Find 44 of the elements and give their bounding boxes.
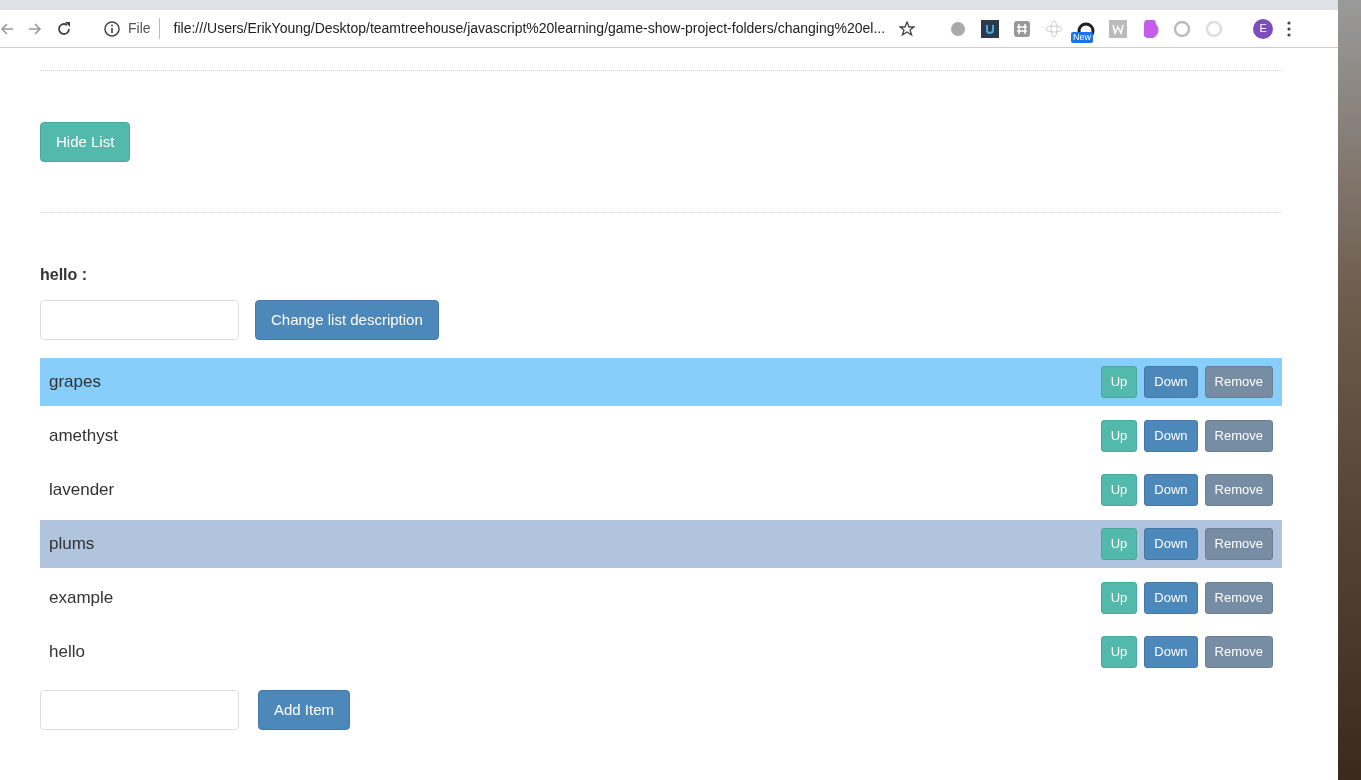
profile-avatar[interactable]: E — [1253, 18, 1274, 39]
grid-icon[interactable] — [1013, 19, 1032, 38]
list-item-text: plums — [49, 533, 95, 556]
menu-icon[interactable] — [1287, 20, 1292, 37]
list-item-text: lavender — [49, 479, 115, 502]
up-button[interactable]: Up — [1100, 420, 1138, 452]
text-input-field[interactable] — [40, 300, 239, 340]
list-item-text: amethyst — [49, 425, 118, 448]
forward-arrow-icon[interactable] — [28, 21, 42, 36]
up-button[interactable]: Up — [1100, 582, 1138, 614]
down-button[interactable]: Down — [1144, 420, 1198, 452]
back-arrow-icon[interactable] — [0, 21, 14, 36]
letter-tile-icon[interactable] — [981, 19, 1000, 38]
down-button[interactable]: Down — [1144, 366, 1198, 398]
remove-button[interactable]: Remove — [1204, 366, 1273, 398]
down-button[interactable]: Down — [1144, 528, 1198, 560]
scheme-label: File — [128, 18, 160, 39]
info-icon[interactable] — [104, 20, 120, 37]
down-button[interactable]: Down — [1144, 636, 1198, 668]
list-description: hello : — [40, 265, 89, 285]
list-item-text: grapes — [49, 371, 101, 394]
list-item-text: hello — [49, 641, 85, 664]
up-button[interactable]: Up — [1100, 366, 1138, 398]
up-button[interactable]: Up — [1100, 474, 1138, 506]
address-bar-url[interactable]: file:///Users/ErikYoung/Desktop/teamtreehouse/javascript%20learning/game-show-project-folders/changing%20el... — [173, 18, 886, 39]
down-button[interactable]: Down — [1144, 474, 1198, 506]
remove-button[interactable]: Remove — [1204, 582, 1273, 614]
remove-button[interactable]: Remove — [1204, 420, 1273, 452]
add-item-button[interactable]: Add Item — [258, 690, 351, 730]
down-button[interactable]: Down — [1144, 582, 1198, 614]
remove-button[interactable]: Remove — [1204, 636, 1273, 668]
reload-icon[interactable] — [56, 20, 72, 37]
remove-button[interactable]: Remove — [1204, 528, 1273, 560]
add-item-field[interactable] — [40, 690, 239, 730]
change-description-button[interactable]: Change list description — [255, 300, 439, 340]
star-icon[interactable] — [899, 20, 916, 37]
list-item-text: example — [49, 587, 114, 610]
hide-list-button[interactable]: Hide List — [40, 122, 131, 162]
letter-tile-icon[interactable] — [1109, 19, 1128, 38]
up-button[interactable]: Up — [1100, 528, 1138, 560]
new-badge: New — [1071, 31, 1094, 43]
remove-button[interactable]: Remove — [1204, 474, 1273, 506]
up-button[interactable]: Up — [1100, 636, 1138, 668]
atom-icon[interactable] — [1045, 19, 1064, 38]
